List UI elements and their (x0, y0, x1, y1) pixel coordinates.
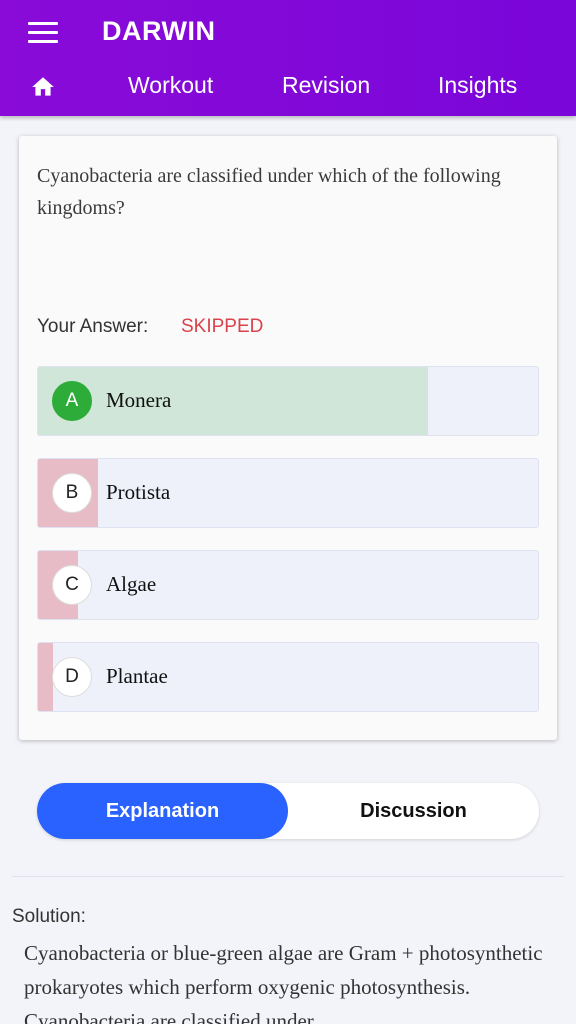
option-fill-bar (38, 643, 53, 711)
option-label: Monera (106, 388, 172, 412)
hamburger-menu-icon[interactable] (28, 22, 58, 44)
solution-label: Solution: (12, 906, 86, 927)
option-b[interactable]: B Protista (37, 458, 539, 528)
option-label: Plantae (106, 664, 168, 688)
solution-text: Cyanobacteria or blue-green algae are Gr… (24, 941, 543, 1024)
option-fill-bar (38, 367, 428, 435)
question-card: Cyanobacteria are classified under which… (19, 136, 557, 740)
option-a[interactable]: A Monera (37, 366, 539, 436)
tab-explanation[interactable]: Explanation (37, 783, 288, 839)
question-text: Cyanobacteria are classified under which… (37, 165, 501, 219)
tab-discussion[interactable]: Discussion (288, 783, 539, 839)
nav-workout[interactable]: Workout (128, 72, 213, 99)
option-c[interactable]: C Algae (37, 550, 539, 620)
option-label: Protista (106, 480, 171, 504)
explanation-discussion-tabs: Explanation Discussion (37, 783, 539, 839)
app-header: DARWIN Workout Revision Insights (0, 0, 576, 116)
option-d[interactable]: D Plantae (37, 642, 539, 712)
option-letter: A (52, 381, 92, 421)
divider (12, 876, 564, 877)
home-icon[interactable] (30, 74, 56, 100)
option-label: Algae (106, 572, 157, 596)
nav-insights[interactable]: Insights (438, 72, 517, 99)
nav-revision[interactable]: Revision (282, 72, 370, 99)
your-answer-label: Your Answer: (37, 316, 149, 337)
app-title: DARWIN (102, 16, 216, 46)
option-letter: C (52, 565, 92, 605)
option-letter: D (52, 657, 92, 697)
your-answer-status: SKIPPED (181, 316, 264, 337)
option-letter: B (52, 473, 92, 513)
